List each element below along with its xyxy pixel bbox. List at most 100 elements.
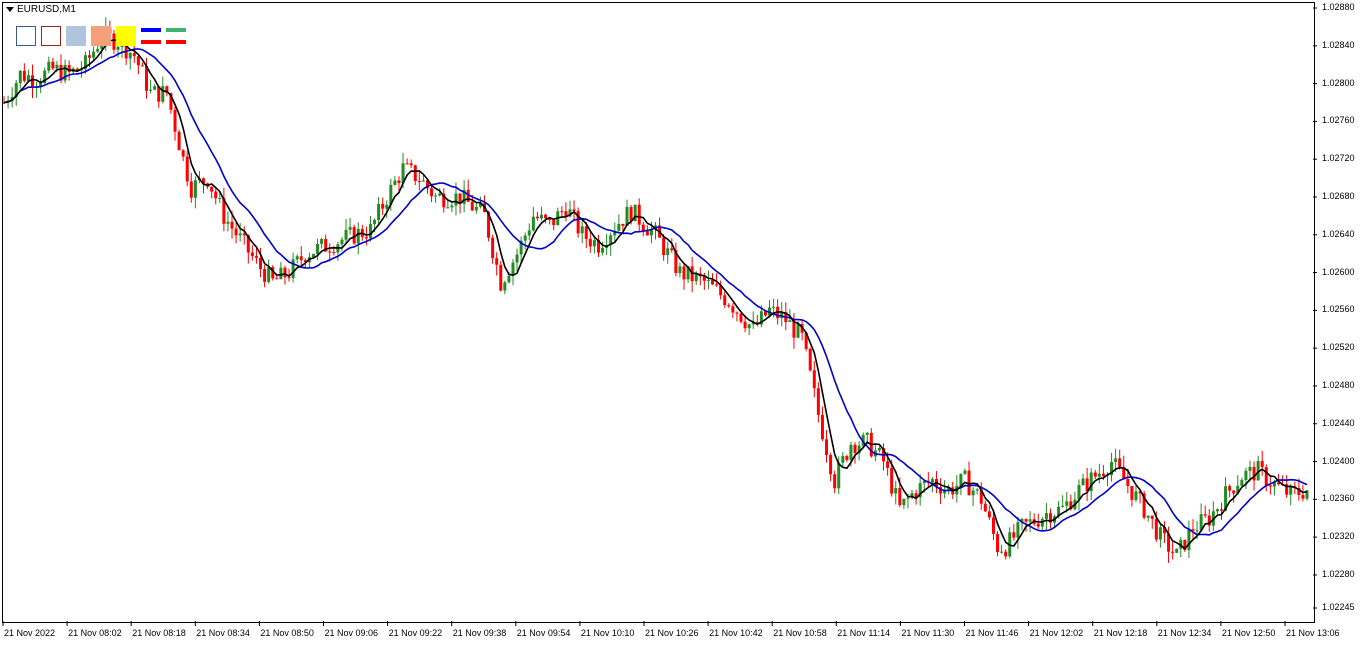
- candle: [1093, 469, 1097, 480]
- candle: [1073, 491, 1077, 511]
- price-tick-label: 1.02760: [1322, 115, 1355, 126]
- light-blue-rect-tool[interactable]: [66, 26, 86, 46]
- candle: [690, 256, 694, 293]
- candle: [531, 206, 535, 232]
- candle: [527, 223, 531, 241]
- price-tick-label: 1.02880: [1322, 2, 1355, 12]
- outline-blue-rect-tool[interactable]: [16, 26, 36, 46]
- candle: [136, 54, 140, 75]
- symbol-timeframe-label: EURUSD,M1: [17, 4, 76, 15]
- candle: [1020, 517, 1024, 531]
- candle: [926, 472, 930, 488]
- candle: [727, 303, 731, 308]
- time-tick-label: 21 Nov 09:38: [452, 628, 507, 638]
- candle: [430, 185, 434, 203]
- candlestick-chart: [2, 7, 1317, 626]
- candle: [580, 218, 584, 244]
- candle: [10, 87, 14, 108]
- candle: [1061, 495, 1065, 508]
- candle: [63, 59, 67, 84]
- candle: [939, 478, 943, 504]
- candle: [698, 267, 702, 286]
- candle: [751, 311, 755, 329]
- time-tick-label: 21 Nov 08:50: [260, 628, 314, 638]
- candle: [625, 199, 629, 226]
- candle: [511, 259, 515, 286]
- candle: [352, 224, 356, 245]
- candle: [222, 187, 226, 232]
- candle: [344, 219, 348, 244]
- drawing-toolbox: [16, 26, 186, 46]
- candle: [417, 169, 421, 191]
- candle: [873, 443, 877, 462]
- time-tick-label: 21 Nov 12:18: [1093, 628, 1148, 638]
- candle: [556, 207, 560, 226]
- candle: [210, 186, 214, 199]
- candle: [1028, 511, 1032, 533]
- candle: [1203, 505, 1207, 519]
- candle: [987, 505, 991, 521]
- candle: [22, 63, 26, 83]
- candle: [971, 487, 975, 507]
- candle: [845, 454, 849, 462]
- candle: [299, 246, 303, 267]
- candle: [1081, 473, 1085, 486]
- candle: [348, 217, 352, 235]
- outline-red-rect-tool[interactable]: [41, 26, 61, 46]
- candle: [1256, 455, 1260, 481]
- candle: [812, 361, 816, 398]
- candle: [535, 211, 539, 221]
- candle: [413, 164, 417, 186]
- candle: [47, 56, 51, 74]
- candle: [523, 232, 527, 250]
- price-tick-label: 1.02600: [1322, 266, 1355, 277]
- price-tick-label: 1.02480: [1322, 379, 1355, 390]
- candle: [14, 79, 18, 106]
- chart-symbol-header[interactable]: EURUSD,M1: [6, 4, 76, 15]
- candle: [1085, 468, 1089, 501]
- price-tick-label: 1.02320: [1322, 531, 1355, 542]
- yellow-rect-tool[interactable]: [116, 26, 136, 46]
- candle: [157, 85, 161, 108]
- candle: [1000, 544, 1004, 554]
- line-tool-green-red[interactable]: [166, 28, 186, 44]
- candle: [967, 461, 971, 496]
- candle: [356, 222, 360, 255]
- candle: [1150, 515, 1154, 529]
- candle: [234, 222, 238, 244]
- candle: [503, 280, 507, 295]
- candle: [943, 480, 947, 499]
- candle: [336, 241, 340, 261]
- candle: [31, 64, 35, 99]
- candle: [731, 303, 735, 319]
- line-tool-blue-red[interactable]: [141, 28, 161, 44]
- candle: [189, 172, 193, 203]
- candle: [1219, 502, 1223, 520]
- price-tick-label: 1.02280: [1322, 568, 1355, 579]
- candle: [617, 214, 621, 232]
- salmon-rect-tool[interactable]: [91, 26, 111, 46]
- candle: [1032, 513, 1036, 527]
- candle: [202, 177, 206, 194]
- time-tick-label: 21 Nov 12:02: [1029, 628, 1084, 638]
- dropdown-triangle-icon[interactable]: [6, 7, 14, 12]
- price-tick-label: 1.02680: [1322, 190, 1355, 201]
- time-tick-label: 21 Nov 11:30: [901, 628, 955, 638]
- candle: [340, 237, 344, 252]
- candle: [780, 301, 784, 327]
- candle: [902, 498, 906, 510]
- candle: [442, 188, 446, 213]
- time-tick-label: 21 Nov 12:34: [1157, 628, 1212, 638]
- candle: [853, 442, 857, 464]
- price-tick-label: 1.02560: [1322, 304, 1355, 315]
- candle: [723, 291, 727, 308]
- candle: [51, 57, 55, 71]
- candle: [491, 234, 495, 264]
- candle: [1048, 508, 1052, 529]
- candle: [820, 406, 824, 442]
- candle: [1260, 450, 1264, 476]
- candle: [1199, 503, 1203, 532]
- time-tick-label: 21 Nov 2022: [4, 628, 56, 638]
- candle: [381, 197, 385, 216]
- time-tick-label: 21 Nov 10:42: [709, 628, 763, 638]
